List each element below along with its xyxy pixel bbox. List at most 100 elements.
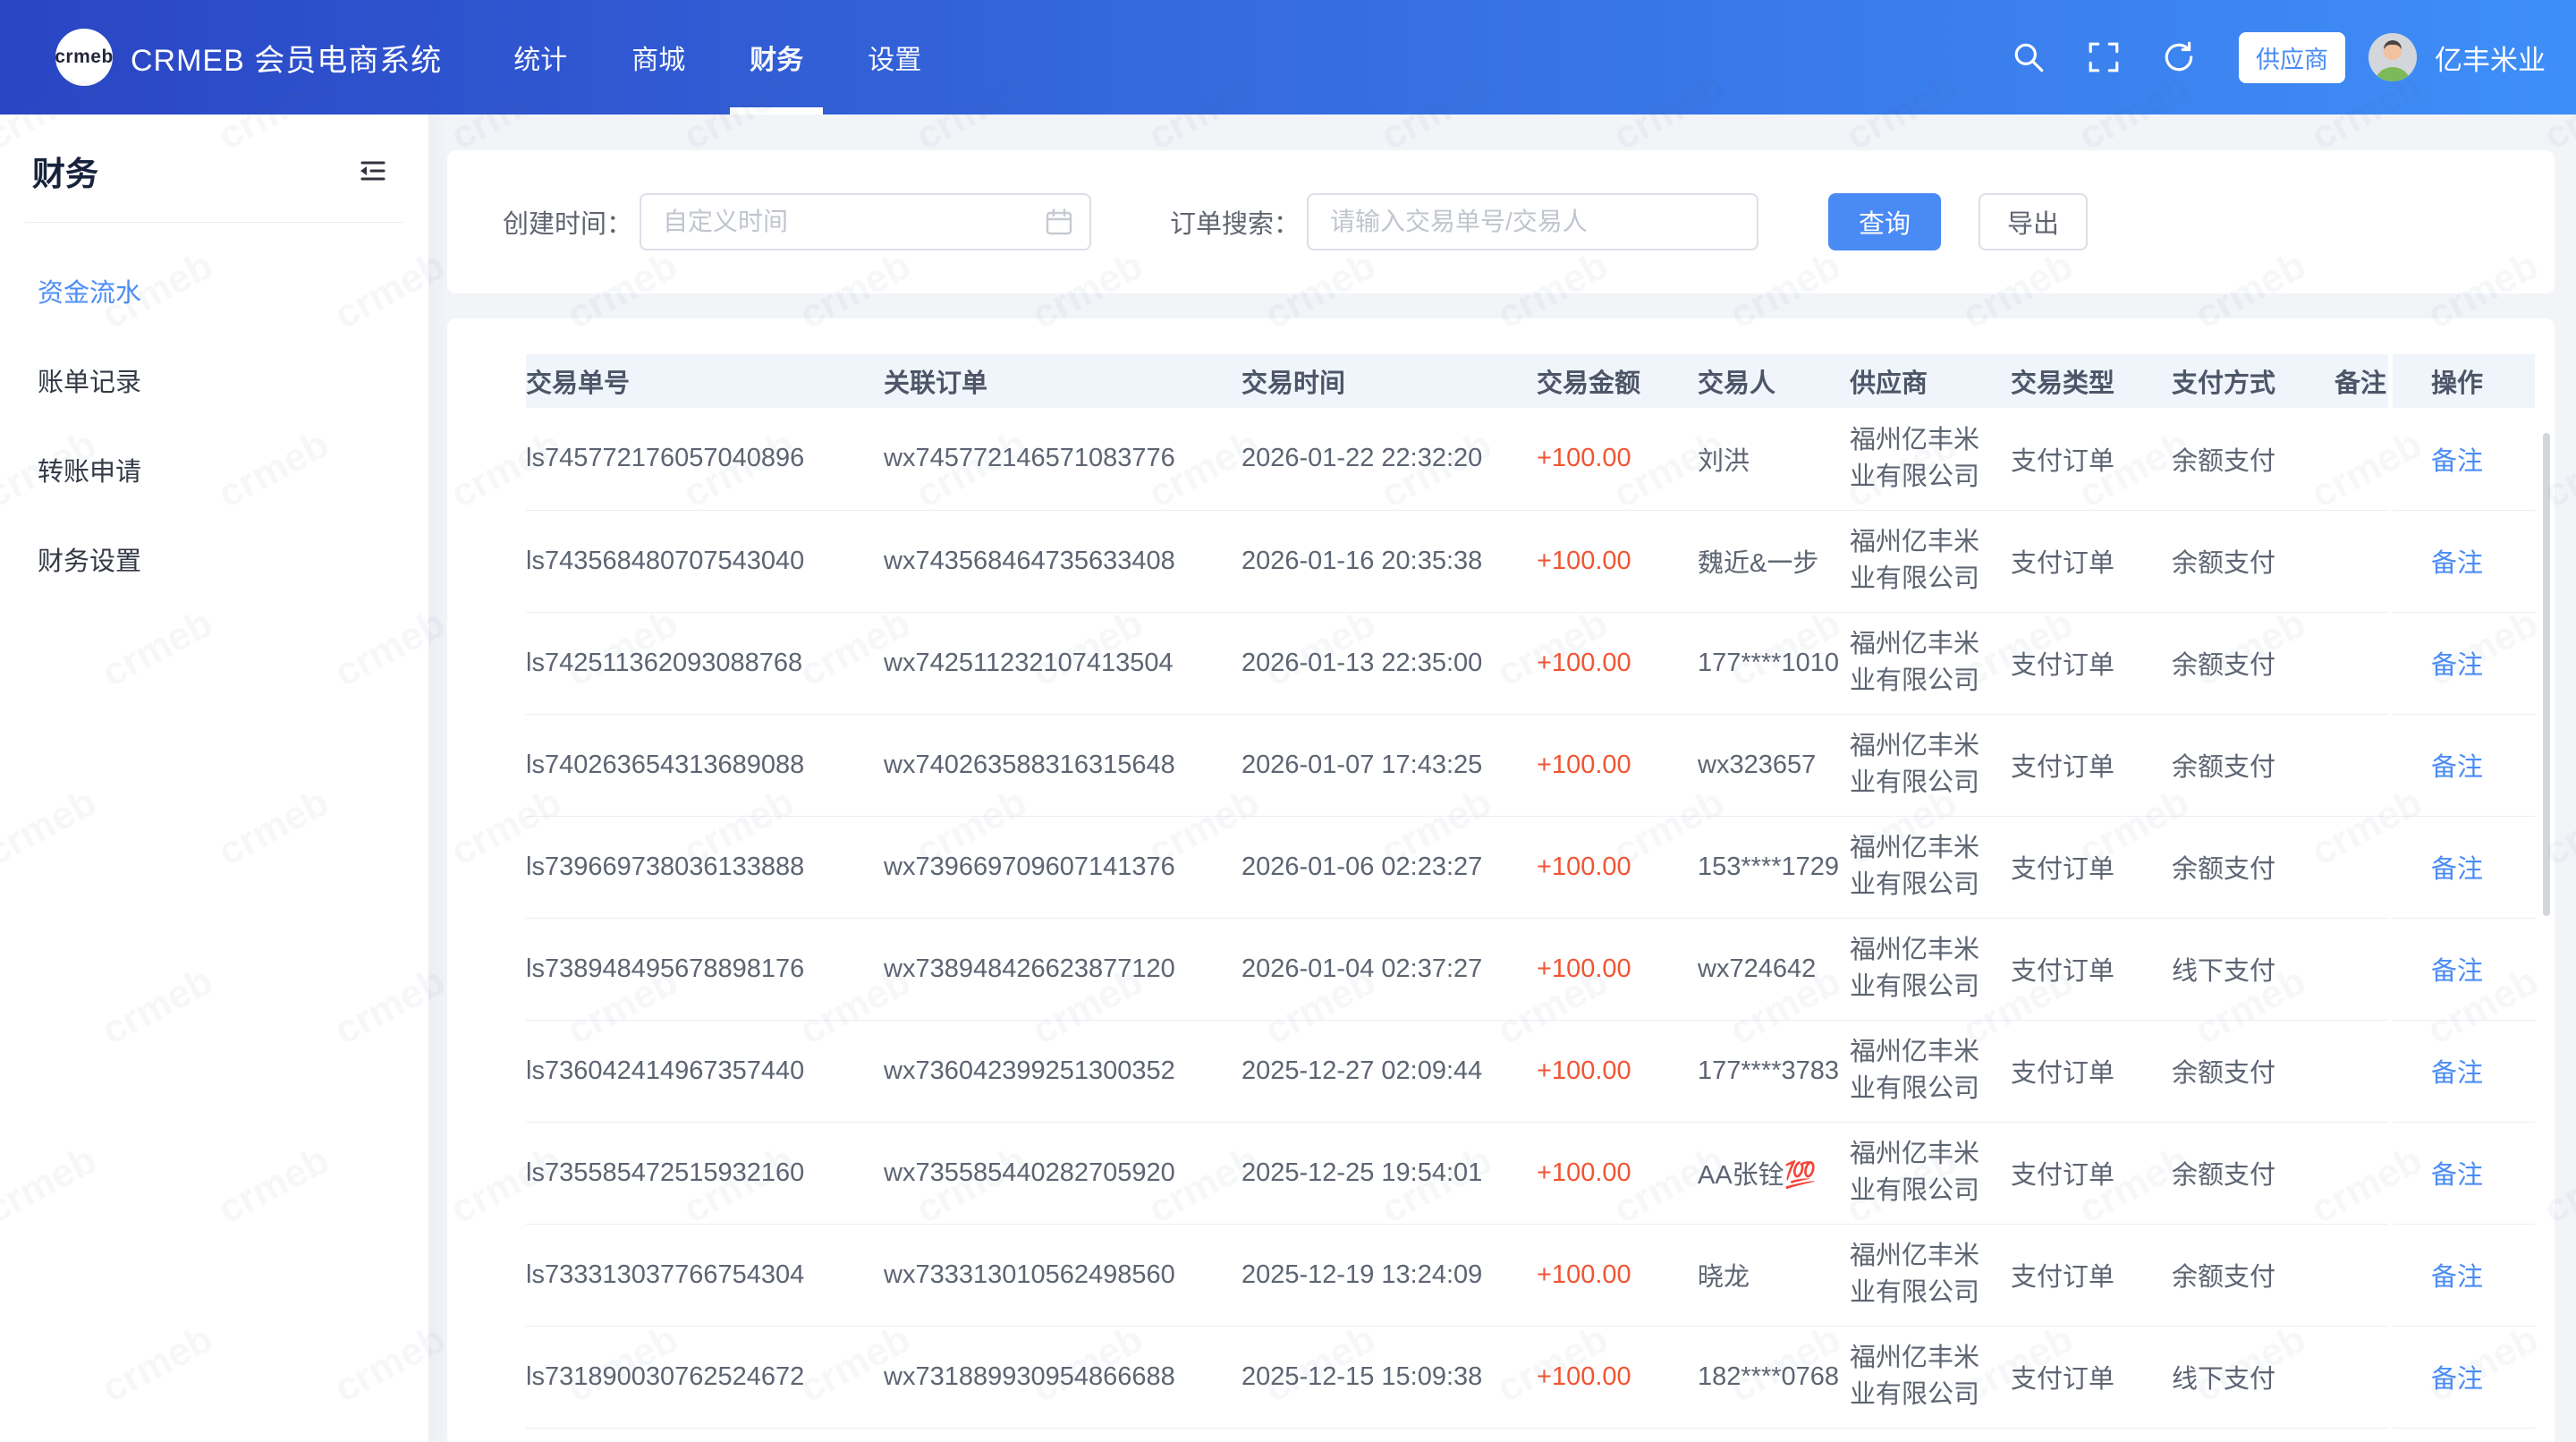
remark-link[interactable]: 备注 xyxy=(2431,1161,2483,1190)
cell-remark xyxy=(2334,1020,2388,1122)
cell-transaction-time: 2026-01-16 20:35:38 xyxy=(1241,510,1537,612)
vertical-scrollbar[interactable] xyxy=(2543,433,2550,916)
navbar-right: 供应商 亿丰米业 xyxy=(1970,32,2546,83)
sidebar-header: 财务 xyxy=(0,115,428,222)
cell-pay-method: 线下支付 xyxy=(2172,1326,2334,1428)
transactions-table: 交易单号 关联订单 交易时间 交易金额 交易人 供应商 交易类型 支付方式 备注… xyxy=(526,354,2535,1429)
cell-linked-order: wx745772146571083776 xyxy=(884,408,1241,510)
cell-amount: +100.00 xyxy=(1537,408,1698,510)
cell-pay-method: 余额支付 xyxy=(2172,408,2334,510)
cell-transaction-no: ls740263654313689088 xyxy=(526,714,884,816)
search-icon[interactable] xyxy=(2012,40,2046,74)
remark-link[interactable]: 备注 xyxy=(2431,753,2483,782)
sidebar-item-capital-flow[interactable]: 资金流水 xyxy=(0,246,428,335)
nav-item-finance[interactable]: 财务 xyxy=(717,0,835,115)
cell-trader: wx724642 xyxy=(1698,918,1850,1020)
cell-amount: +100.00 xyxy=(1537,510,1698,612)
table-row: ls731890030762524672 wx73188993095486668… xyxy=(526,1326,2535,1428)
cell-amount: +100.00 xyxy=(1537,1020,1698,1122)
avatar[interactable] xyxy=(2368,33,2417,81)
nav-item-mall[interactable]: 商城 xyxy=(599,0,717,115)
cell-type: 支付订单 xyxy=(2011,918,2172,1020)
cell-type: 支付订单 xyxy=(2011,1326,2172,1428)
cell-remark xyxy=(2334,816,2388,918)
cell-trader: AA张铨💯 xyxy=(1698,1122,1850,1224)
cell-type: 支付订单 xyxy=(2011,714,2172,816)
cell-transaction-time: 2026-01-06 02:23:27 xyxy=(1241,816,1537,918)
transactions-card: 交易单号 关联订单 交易时间 交易金额 交易人 供应商 交易类型 支付方式 备注… xyxy=(447,318,2555,1442)
cell-amount: +100.00 xyxy=(1537,816,1698,918)
table-row: ls740263654313689088 wx74026358831631564… xyxy=(526,714,2535,816)
fullscreen-icon[interactable] xyxy=(2087,40,2121,74)
cell-trader: 晓龙 xyxy=(1698,1224,1850,1326)
cell-remark xyxy=(2334,1224,2388,1326)
cell-remark xyxy=(2334,1122,2388,1224)
cell-pay-method: 余额支付 xyxy=(2172,714,2334,816)
username[interactable]: 亿丰米业 xyxy=(2435,38,2546,78)
cell-linked-order: wx738948426623877120 xyxy=(884,918,1241,1020)
cell-amount: +100.00 xyxy=(1537,1326,1698,1428)
cell-transaction-time: 2026-01-22 22:32:20 xyxy=(1241,408,1537,510)
cell-type: 支付订单 xyxy=(2011,612,2172,714)
cell-amount: +100.00 xyxy=(1537,714,1698,816)
cell-linked-order: wx736042399251300352 xyxy=(884,1020,1241,1122)
app-title: CRMEB 会员电商系统 xyxy=(131,36,442,80)
order-search-input[interactable] xyxy=(1307,193,1758,250)
cell-remark xyxy=(2334,1326,2388,1428)
cell-amount: +100.00 xyxy=(1537,1224,1698,1326)
sidebar-item-finance-settings[interactable]: 财务设置 xyxy=(0,514,428,604)
table-row: ls738948495678898176 wx73894842662387712… xyxy=(526,918,2535,1020)
query-button[interactable]: 查询 xyxy=(1828,193,1941,250)
col-amount: 交易金额 xyxy=(1537,354,1698,408)
cell-amount: +100.00 xyxy=(1537,612,1698,714)
cell-amount: +100.00 xyxy=(1537,1122,1698,1224)
cell-trader: 177****1010 xyxy=(1698,612,1850,714)
table-header: 交易单号 关联订单 交易时间 交易金额 交易人 供应商 交易类型 支付方式 备注… xyxy=(526,354,2535,408)
fixed-column-divider xyxy=(2388,354,2393,1442)
export-button[interactable]: 导出 xyxy=(1979,193,2088,250)
search-input-wrap xyxy=(1307,193,1758,250)
cell-trader: 182****0768 xyxy=(1698,1326,1850,1428)
table-row: ls739669738036133888 wx73966970960714137… xyxy=(526,816,2535,918)
cell-type: 支付订单 xyxy=(2011,1020,2172,1122)
cell-remark xyxy=(2334,612,2388,714)
cell-trader: 魏近&一步 xyxy=(1698,510,1850,612)
remark-link[interactable]: 备注 xyxy=(2431,1263,2483,1292)
date-range-input[interactable] xyxy=(640,193,1091,250)
nav-item-statistics[interactable]: 统计 xyxy=(481,0,599,115)
cell-supplier: 福州亿丰米业有限公司 xyxy=(1850,714,2011,816)
cell-transaction-time: 2025-12-15 15:09:38 xyxy=(1241,1326,1537,1428)
cell-transaction-no: ls742511362093088768 xyxy=(526,612,884,714)
collapse-sidebar-icon[interactable] xyxy=(357,155,389,187)
cell-linked-order: wx739669709607141376 xyxy=(884,816,1241,918)
remark-link[interactable]: 备注 xyxy=(2431,855,2483,884)
top-navbar: crmeb CRMEB 会员电商系统 统计 商城 财务 设置 供应商 亿丰米业 xyxy=(0,0,2576,115)
order-search-label: 订单搜索： xyxy=(1170,203,1300,241)
cell-transaction-no: ls736042414967357440 xyxy=(526,1020,884,1122)
remark-link[interactable]: 备注 xyxy=(2431,447,2483,476)
table-row: ls742511362093088768 wx74251123210741350… xyxy=(526,612,2535,714)
cell-amount: +100.00 xyxy=(1537,918,1698,1020)
table-row: ls733313037766754304 wx73331301056249856… xyxy=(526,1224,2535,1326)
sidebar-item-transfer-request[interactable]: 转账申请 xyxy=(0,425,428,514)
cell-pay-method: 余额支付 xyxy=(2172,612,2334,714)
main-content: 创建时间： 订单搜索： 查询 导出 xyxy=(429,115,2576,1442)
remark-link[interactable]: 备注 xyxy=(2431,1059,2483,1088)
cell-pay-method: 余额支付 xyxy=(2172,1020,2334,1122)
cell-pay-method: 余额支付 xyxy=(2172,1224,2334,1326)
cell-supplier: 福州亿丰米业有限公司 xyxy=(1850,510,2011,612)
nav-item-settings[interactable]: 设置 xyxy=(835,0,953,115)
remark-link[interactable]: 备注 xyxy=(2431,957,2483,986)
remark-link[interactable]: 备注 xyxy=(2431,1365,2483,1394)
refresh-icon[interactable] xyxy=(2162,40,2196,74)
sidebar-item-bill-records[interactable]: 账单记录 xyxy=(0,335,428,425)
cell-linked-order: wx733313010562498560 xyxy=(884,1224,1241,1326)
cell-linked-order: wx742511232107413504 xyxy=(884,612,1241,714)
cell-transaction-no: ls738948495678898176 xyxy=(526,918,884,1020)
cell-transaction-time: 2026-01-13 22:35:00 xyxy=(1241,612,1537,714)
remark-link[interactable]: 备注 xyxy=(2431,651,2483,680)
cell-transaction-no: ls739669738036133888 xyxy=(526,816,884,918)
remark-link[interactable]: 备注 xyxy=(2431,549,2483,578)
cell-transaction-time: 2025-12-19 13:24:09 xyxy=(1241,1224,1537,1326)
cell-remark xyxy=(2334,714,2388,816)
